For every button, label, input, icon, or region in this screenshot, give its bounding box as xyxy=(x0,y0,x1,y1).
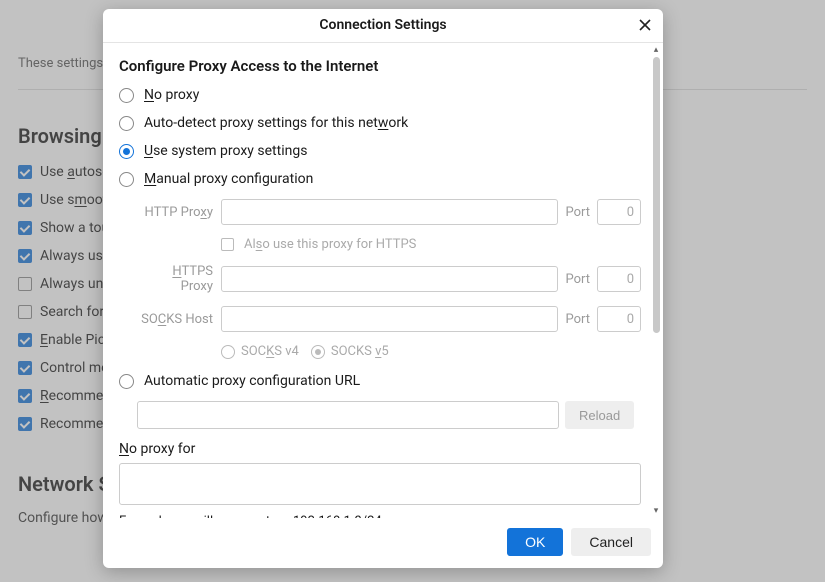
dialog-header: Connection Settings xyxy=(103,9,663,43)
radio-socks-v4[interactable]: SOCKS v4 xyxy=(221,344,299,359)
socks-v4-label: SOCKS v4 xyxy=(241,344,299,359)
radio-label: Manual proxy configuration xyxy=(144,171,313,187)
radio-icon xyxy=(221,345,235,359)
radio-icon xyxy=(119,144,134,159)
auto-config-url-input[interactable] xyxy=(137,401,559,429)
radio-icon xyxy=(119,88,134,103)
section-title: Configure Proxy Access to the Internet xyxy=(119,57,641,75)
radio-icon xyxy=(311,345,325,359)
dialog-title: Connection Settings xyxy=(319,17,446,33)
close-button[interactable] xyxy=(635,15,655,35)
radio-auto-config-url[interactable]: Automatic proxy configuration URL xyxy=(119,373,641,389)
manual-proxy-fields: HTTP Proxy Port 0 Also use this proxy fo… xyxy=(137,199,641,359)
radio-icon xyxy=(119,374,134,389)
radio-icon xyxy=(119,172,134,187)
radio-auto-detect[interactable]: Auto-detect proxy settings for this netw… xyxy=(119,115,641,131)
scroll-thumb[interactable] xyxy=(653,57,660,333)
example-text: Example: .mozilla.org, .net.nz, 192.168.… xyxy=(119,513,641,518)
no-proxy-for-label: No proxy for xyxy=(119,441,641,457)
scrollbar[interactable]: ▴ ▾ xyxy=(649,43,663,518)
socks-port-input[interactable]: 0 xyxy=(597,306,641,332)
scroll-down-icon[interactable]: ▾ xyxy=(649,504,663,518)
radio-use-system[interactable]: Use system proxy settings xyxy=(119,143,641,159)
close-icon xyxy=(638,18,652,32)
radio-label: No proxy xyxy=(144,87,199,103)
port-label: Port xyxy=(562,205,593,220)
radio-label: Automatic proxy configuration URL xyxy=(144,373,360,389)
also-use-https-label: Also use this proxy for HTTPS xyxy=(244,237,416,252)
radio-label: Auto-detect proxy settings for this netw… xyxy=(144,115,408,131)
http-port-input[interactable]: 0 xyxy=(597,199,641,225)
cancel-button[interactable]: Cancel xyxy=(571,528,651,556)
connection-settings-dialog: Connection Settings Configure Proxy Acce… xyxy=(103,9,663,568)
checkbox-icon xyxy=(221,238,234,251)
port-label: Port xyxy=(562,272,593,287)
socks-v5-label: SOCKS v5 xyxy=(331,344,389,359)
dialog-footer: OK Cancel xyxy=(103,518,663,568)
socks-host-label: SOCKS Host xyxy=(137,312,217,327)
radio-label: Use system proxy settings xyxy=(144,143,307,159)
https-port-input[interactable]: 0 xyxy=(597,266,641,292)
socks-host-input[interactable] xyxy=(221,306,558,332)
https-proxy-label: HTTPS Proxy xyxy=(137,264,217,294)
http-proxy-input[interactable] xyxy=(221,199,558,225)
https-proxy-input[interactable] xyxy=(221,266,558,292)
radio-manual[interactable]: Manual proxy configuration xyxy=(119,171,641,187)
radio-socks-v5[interactable]: SOCKS v5 xyxy=(311,344,389,359)
dialog-body: Configure Proxy Access to the Internet N… xyxy=(103,43,663,518)
no-proxy-for-input[interactable] xyxy=(119,463,641,505)
scroll-up-icon[interactable]: ▴ xyxy=(649,43,663,57)
also-use-https-row[interactable]: Also use this proxy for HTTPS xyxy=(221,237,641,252)
ok-button[interactable]: OK xyxy=(507,528,563,556)
port-label: Port xyxy=(562,312,593,327)
reload-button[interactable]: Reload xyxy=(565,401,634,429)
http-proxy-label: HTTP Proxy xyxy=(137,205,217,220)
radio-icon xyxy=(119,116,134,131)
radio-no-proxy[interactable]: No proxy xyxy=(119,87,641,103)
